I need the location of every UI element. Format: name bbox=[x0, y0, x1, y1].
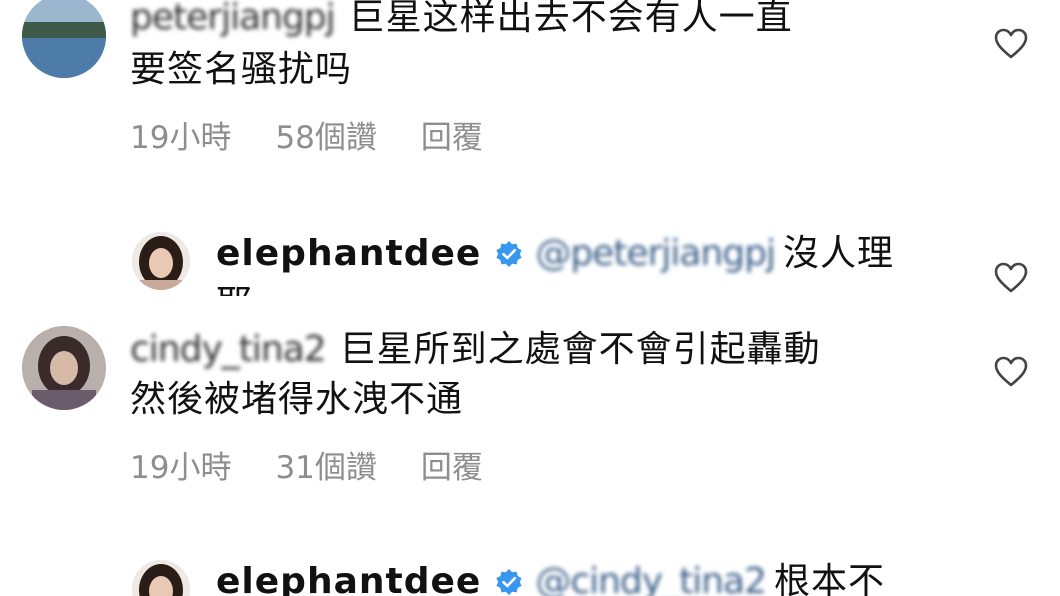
comment-body: 根本不 bbox=[773, 561, 885, 596]
reply-button[interactable]: 回覆 bbox=[421, 450, 483, 486]
avatar[interactable] bbox=[22, 0, 106, 78]
comment-text: cindy_tina2 巨星所到之處會不會引起轟動 bbox=[130, 328, 821, 372]
comment-text-continued-clipped: 耶 bbox=[216, 282, 276, 296]
comment-text-continued: 要签名骚扰吗 bbox=[130, 49, 353, 90]
comment-body: 沒人理 bbox=[782, 233, 894, 274]
avatar[interactable] bbox=[22, 326, 106, 410]
heart-outline-icon[interactable] bbox=[994, 262, 1028, 294]
comment-meta: 19小時 31個讚 回覆 bbox=[130, 442, 527, 487]
heart-outline-icon[interactable] bbox=[994, 28, 1028, 60]
comment-text: elephantdee @cindy_tina2 根本不 bbox=[216, 560, 885, 596]
comment-text: elephantdee @peterjiangpj 沒人理 bbox=[216, 232, 894, 276]
comment-body: 巨星所到之處會不會引起轟動 bbox=[339, 329, 821, 370]
comment-body-line2: 耶 bbox=[216, 282, 253, 296]
timestamp: 19小時 bbox=[130, 450, 232, 486]
reply-button[interactable]: 回覆 bbox=[421, 120, 483, 156]
verified-badge-icon bbox=[496, 569, 522, 595]
reply-item: elephantdee @cindy_tina2 根本不 bbox=[0, 556, 1060, 596]
comment-item: cindy_tina2 巨星所到之處會不會引起轟動 然後被堵得水洩不通 19小時 3… bbox=[0, 322, 1060, 502]
avatar[interactable] bbox=[132, 560, 190, 596]
verified-badge-icon bbox=[496, 241, 522, 267]
mention-link[interactable]: @cindy_tina2 bbox=[535, 561, 767, 596]
mention-link[interactable]: @peterjiangpj bbox=[535, 233, 776, 274]
comment-item: peterjiangpj 巨星这样出去不会有人一直 要签名骚扰吗 19小時 58個讚… bbox=[0, 0, 1060, 180]
comment-body: 巨星这样出去不会有人一直 bbox=[348, 0, 793, 38]
comment-meta: 19小時 58個讚 回覆 bbox=[130, 112, 527, 157]
reply-item: elephantdee @peterjiangpj沒人理 耶 bbox=[0, 224, 1060, 304]
username[interactable]: peterjiangpj bbox=[130, 0, 336, 38]
comment-text: peterjiangpj 巨星这样出去不会有人一直 bbox=[130, 0, 793, 40]
username[interactable]: cindy_tina2 bbox=[130, 329, 327, 370]
username[interactable]: elephantdee bbox=[216, 233, 481, 274]
username[interactable]: elephantdee bbox=[216, 561, 481, 596]
avatar[interactable] bbox=[132, 232, 190, 290]
likes-count[interactable]: 58個讚 bbox=[275, 120, 376, 156]
timestamp: 19小時 bbox=[130, 120, 232, 156]
likes-count[interactable]: 31個讚 bbox=[275, 450, 376, 486]
comment-text-continued: 然後被堵得水洩不通 bbox=[130, 379, 464, 420]
heart-outline-icon[interactable] bbox=[994, 356, 1028, 388]
